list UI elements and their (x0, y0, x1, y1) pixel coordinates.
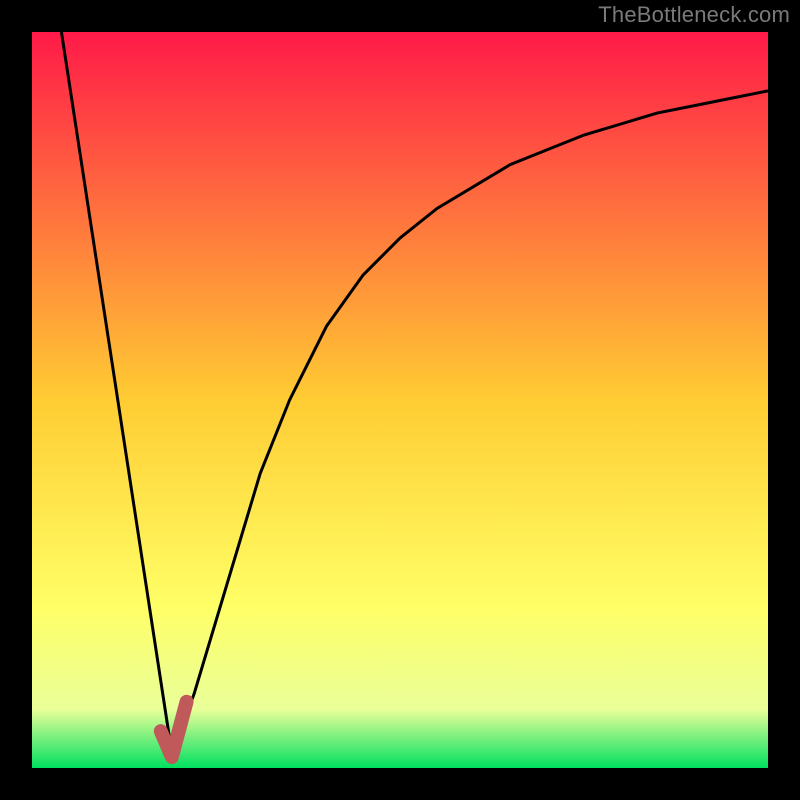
chart-canvas (0, 0, 800, 800)
watermark-label: TheBottleneck.com (598, 2, 790, 28)
bottleneck-chart: TheBottleneck.com (0, 0, 800, 800)
